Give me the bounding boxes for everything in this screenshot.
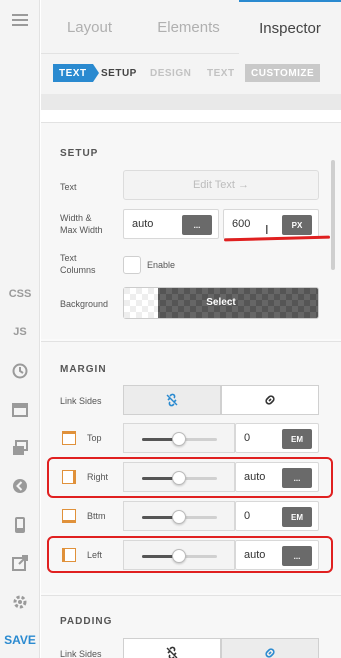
tab-inspector[interactable]: Inspector [239,0,341,54]
margin-bottom-field[interactable]: 0 EM [235,501,319,531]
text-cursor-icon: I [265,222,269,237]
collapse-icon[interactable] [0,470,40,502]
breadcrumb-text[interactable]: TEXT [53,64,99,82]
unlink-icon [166,646,178,658]
max-width-value: 600 [232,218,251,230]
margin-title: MARGIN [60,364,107,375]
margin-bottom-value: 0 [244,510,251,522]
css-button[interactable]: CSS [0,278,40,310]
edit-text-button[interactable]: Edit Text → [123,170,319,200]
window-icon[interactable] [0,394,40,426]
margin-top-slider[interactable] [123,423,235,453]
margin-bottom-icon [62,509,76,523]
mobile-icon[interactable] [0,509,40,541]
menu-icon[interactable] [0,4,40,36]
js-button[interactable]: JS [0,316,40,348]
subtab-customize[interactable]: CUSTOMIZE [245,64,321,82]
enable-columns-checkbox[interactable] [123,256,141,274]
padding-unlink-button[interactable] [123,638,221,658]
tab-layout[interactable]: Layout [41,0,138,54]
slider-knob[interactable] [172,510,186,524]
margin-link-toggle [123,385,319,415]
panel-scrollbar[interactable] [331,160,335,270]
text-columns-label-line2: Columns [60,265,96,275]
text-columns-label-line1: Text [60,253,77,263]
annotation-box-left [47,536,333,573]
main-tabs: Layout Elements Inspector [41,0,341,54]
setup-title: SETUP [60,148,99,159]
unlink-icon [166,393,178,407]
padding-title: PADDING [60,616,113,627]
inspector-subtabs: TEXT SETUP DESIGN TEXT CUSTOMIZE [41,54,341,94]
padding-link-button[interactable] [221,638,319,658]
text-label: Text [60,182,77,192]
margin-top-icon [62,431,76,445]
history-icon[interactable] [0,355,40,387]
background-label: Background [60,299,109,309]
margin-top-field[interactable]: 0 EM [235,423,319,453]
save-button[interactable]: SAVE [0,624,40,656]
enable-label: Enable [147,260,176,270]
layers-icon[interactable] [0,432,40,464]
link-icon [265,648,275,658]
slider-track [142,510,217,524]
width-value: auto [132,218,154,230]
setup-section: SETUP Text Edit Text → Width & Max Width… [41,123,341,339]
left-rail: CSS JS SAVE [0,0,40,658]
max-width-field[interactable]: 600 PX [223,209,319,239]
width-unit-button[interactable]: ... [182,215,212,235]
margin-bottom-unit-button[interactable]: EM [282,507,312,527]
unlink-sides-button[interactable] [123,385,221,415]
external-link-icon[interactable] [0,547,40,579]
divider-strip [41,94,341,110]
margin-bottom-label: Bttm [87,511,106,521]
tab-elements[interactable]: Elements [138,0,239,54]
inspector-panel: SETUP Text Edit Text → Width & Max Width… [41,122,341,658]
background-select-label: Select [206,297,236,308]
padding-section: PADDING Link Sides [41,595,341,658]
link-sides-button[interactable] [221,385,319,415]
annotation-box-right [47,457,333,498]
width-field[interactable]: auto ... [123,209,219,239]
margin-top-unit-button[interactable]: EM [282,429,312,449]
padding-link-toggle [123,638,319,658]
width-label-line2: Max Width [60,225,103,235]
slider-knob[interactable] [172,432,186,446]
margin-bottom-slider[interactable] [123,501,235,531]
margin-top-value: 0 [244,432,251,444]
margin-top-label: Top [87,433,102,443]
gear-icon[interactable] [0,586,40,618]
padding-link-sides-label: Link Sides [60,649,102,658]
subtab-text[interactable]: TEXT [207,64,235,82]
subtab-setup[interactable]: SETUP [101,64,137,82]
max-width-unit-button[interactable]: PX [282,215,312,235]
width-label-line1: Width & [60,213,92,223]
margin-link-sides-label: Link Sides [60,396,102,406]
slider-track [142,432,217,446]
background-picker[interactable]: Select [123,287,319,319]
link-icon [265,395,275,405]
subtab-design[interactable]: DESIGN [150,64,191,82]
